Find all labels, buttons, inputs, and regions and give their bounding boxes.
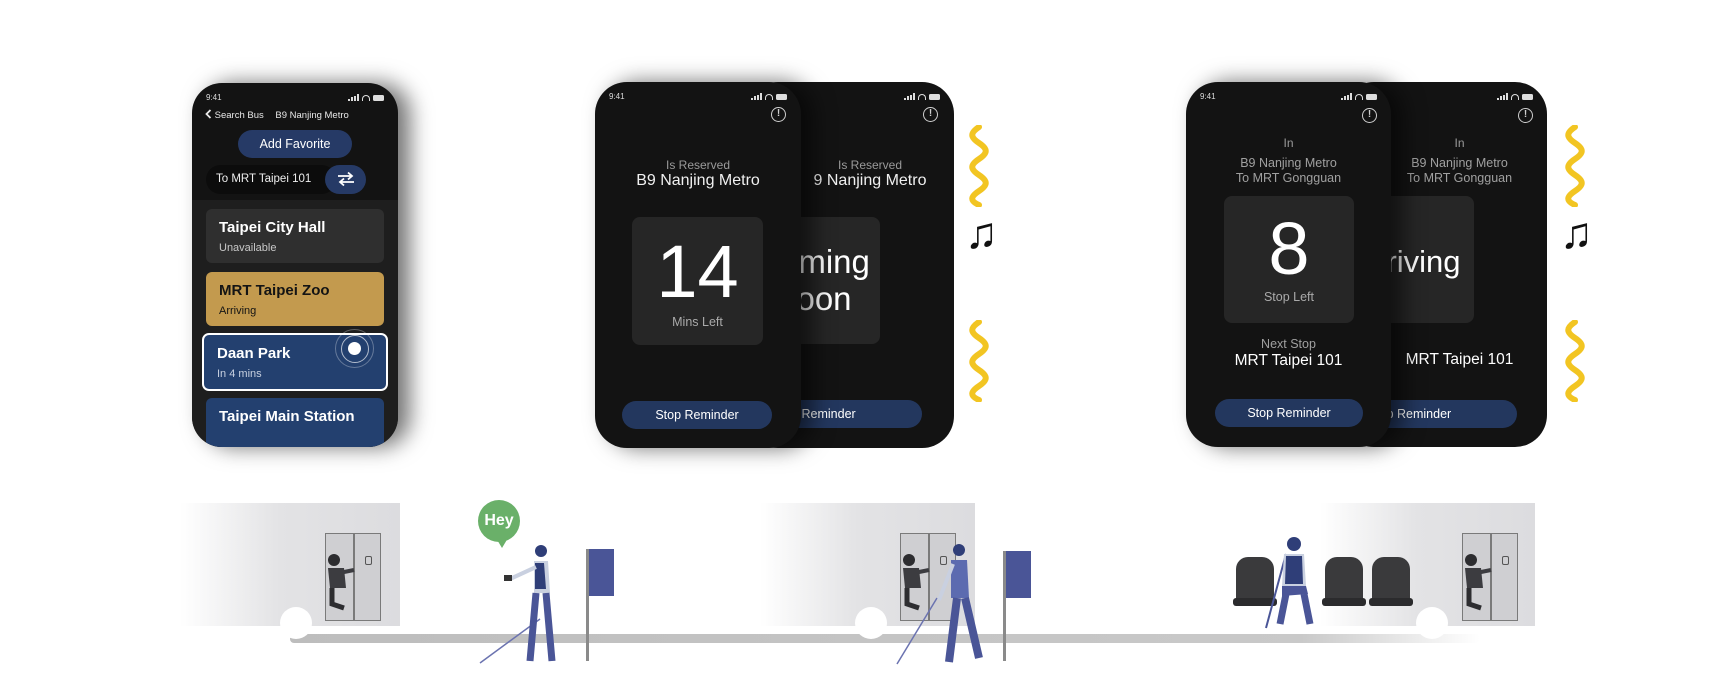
stop-name: Taipei Main Station <box>219 408 355 425</box>
wifi-icon <box>765 94 773 100</box>
countdown-value: 8 <box>1268 207 1310 290</box>
pedestrian-figure <box>479 545 556 664</box>
next-stop-label: Next Stop <box>1261 337 1316 351</box>
road <box>290 634 1480 643</box>
tap-indicator <box>335 329 374 368</box>
direction-field[interactable]: To MRT Taipei 101 <box>206 165 336 194</box>
vibration-icon <box>969 320 989 402</box>
battery-icon <box>373 95 384 101</box>
status-bar: 9:41 <box>206 93 384 105</box>
wifi-icon <box>362 95 370 101</box>
speech-bubble: Hey <box>478 500 520 548</box>
route-name: B9 Nanjing Metro <box>1240 156 1337 170</box>
stop-reminder-button[interactable]: Stop Reminder <box>1215 399 1363 427</box>
reserved-caption: Is Reserved <box>837 158 903 172</box>
list-item[interactable]: MRT Taipei Zoo Arriving <box>206 272 384 326</box>
signal-icon <box>348 94 359 101</box>
music-note-icon: ♫ <box>965 209 998 258</box>
bus-stop-sign <box>1003 551 1031 661</box>
list-item[interactable]: Taipei City Hall Unavailable <box>206 209 384 263</box>
bus-wheel <box>855 607 887 639</box>
phone-stops-left: 9:41 ! In B9 Nanjing Metro To MRT Gonggu… <box>1186 82 1391 447</box>
phone-search-bus: 9:41 Search Bus B9 Nanjing Metro Add Fav… <box>192 83 398 447</box>
in-caption: In <box>1454 136 1465 150</box>
waiting-seat <box>1369 557 1413 606</box>
stop-status: Unavailable <box>219 242 277 254</box>
wifi-icon <box>918 94 926 100</box>
seated-person-figure <box>1265 537 1314 629</box>
info-icon[interactable]: ! <box>1362 108 1377 123</box>
bus-driver-figure <box>1465 554 1492 611</box>
route-name: B9 Nanjing Metro <box>1411 156 1508 170</box>
stop-name: Taipei City Hall <box>219 219 326 236</box>
bus-wheel <box>1416 607 1448 639</box>
bus-stop-flag <box>589 549 614 596</box>
route-name: B9 Nanjing Metro <box>636 172 760 189</box>
battery-icon <box>776 94 787 100</box>
bus-wheel <box>280 607 312 639</box>
signal-icon <box>904 93 915 100</box>
signal-icon <box>1341 93 1352 100</box>
route-title: B9 Nanjing Metro <box>275 110 349 121</box>
stop-status: In 4 mins <box>217 368 262 380</box>
list-item[interactable]: Taipei Main Station <box>206 398 384 447</box>
stop-name: MRT Taipei Zoo <box>219 282 330 299</box>
battery-icon <box>1366 94 1377 100</box>
signal-icon <box>1497 93 1508 100</box>
waiting-seat <box>1322 557 1366 606</box>
back-label: Search Bus <box>214 110 264 121</box>
vibration-icon <box>969 125 989 207</box>
route-direction: To MRT Gongguan <box>1235 171 1342 185</box>
add-favorite-button[interactable]: Add Favorite <box>238 130 352 158</box>
battery-icon <box>1522 94 1533 100</box>
phone-reserved-countdown: 9:41 ! Is Reserved B9 Nanjing Metro 14 M… <box>595 82 801 448</box>
bus-stop-flag <box>1006 551 1031 598</box>
pedestrian-figure <box>896 544 983 665</box>
status-time: 9:41 <box>206 93 222 102</box>
back-button[interactable]: Search Bus <box>205 109 266 121</box>
wifi-icon <box>1511 94 1519 100</box>
countdown-box: 14 Mins Left <box>632 217 763 345</box>
countdown-unit: Stop Left <box>1263 290 1315 304</box>
route-direction: To MRT Gongguan <box>1406 171 1513 185</box>
battery-icon <box>929 94 940 100</box>
vibration-icon <box>1565 320 1585 402</box>
route-name: 9 Nanjing Metro <box>813 172 927 189</box>
reserved-caption: Is Reserved <box>665 158 731 172</box>
swap-direction-button[interactable] <box>325 165 366 194</box>
stop-list: Taipei City Hall Unavailable MRT Taipei … <box>192 200 398 447</box>
music-note-icon: ♫ <box>1560 209 1593 258</box>
wifi-icon <box>1355 94 1363 100</box>
status-time: 9:41 <box>609 92 625 101</box>
bus-driver-figure <box>328 554 355 611</box>
countdown-value: 14 <box>656 230 739 313</box>
swap-arrows-icon <box>337 171 354 187</box>
countdown-unit: Mins Left <box>672 315 723 329</box>
status-bar: 9:41 <box>1200 92 1377 104</box>
next-stop-name: MRT Taipei 101 <box>1405 351 1514 368</box>
next-stop-name: MRT Taipei 101 <box>1234 352 1343 369</box>
status-bar: 9:41 <box>609 92 787 104</box>
info-icon[interactable]: ! <box>771 107 786 122</box>
vibration-icon <box>1565 125 1585 207</box>
chevron-left-icon <box>205 109 212 119</box>
info-icon[interactable]: ! <box>1518 108 1533 123</box>
signal-icon <box>751 93 762 100</box>
bus-stop-sign <box>586 549 614 661</box>
stop-status: Arriving <box>219 305 257 317</box>
countdown-box: 8 Stop Left <box>1224 196 1354 323</box>
in-caption: In <box>1283 136 1294 150</box>
status-time: 9:41 <box>1200 92 1216 101</box>
stop-reminder-button[interactable]: Stop Reminder <box>622 401 772 429</box>
info-icon[interactable]: ! <box>923 107 938 122</box>
nav-bar: Search Bus B9 Nanjing Metro <box>205 109 349 121</box>
